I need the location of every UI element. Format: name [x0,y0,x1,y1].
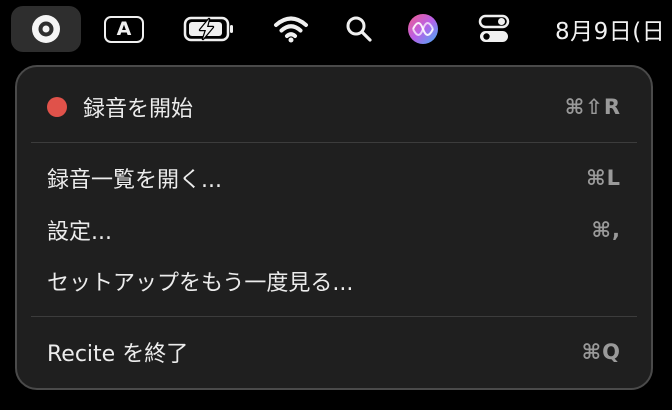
input-source-badge: A [104,15,144,43]
menu-separator [31,316,637,317]
menu-item-settings[interactable]: 設定... ⌘, [47,210,621,250]
recite-dropdown-menu: 録音を開始 ⌘⇧R 録音一覧を開く... ⌘L 設定... ⌘, セットアップを… [15,65,653,390]
spotlight-button[interactable] [340,6,378,52]
quit-label: Recite を終了 [47,342,189,367]
open-recordings-shortcut: ⌘L [586,166,621,190]
menu-item-open-recordings[interactable]: 録音一覧を開く... ⌘L [47,158,621,198]
battery-charging-icon [183,16,233,42]
recite-status-item[interactable] [11,6,81,52]
start-recording-label: 録音を開始 [83,97,194,122]
menubar-clock[interactable]: 8月9日(日 [555,6,665,52]
open-recordings-label: 録音一覧を開く... [47,168,222,193]
menu-item-setup-again[interactable]: セットアップをもう一度見る... [47,261,621,301]
setup-again-label: セットアップをもう一度見る... [47,271,354,296]
wifi-status[interactable] [270,6,312,52]
record-dot-icon [47,97,67,117]
menu-separator [31,142,637,143]
start-recording-shortcut: ⌘⇧R [564,95,621,119]
siri-icon [408,14,438,44]
control-center-button[interactable] [472,6,516,52]
menu-item-quit[interactable]: Recite を終了 ⌘Q [47,332,621,372]
input-source-menu[interactable]: A [102,6,146,52]
recite-record-icon [32,15,60,43]
menu-item-start-recording[interactable]: 録音を開始 ⌘⇧R [47,87,621,127]
control-center-icon [478,14,510,42]
spotlight-search-icon [346,16,372,42]
settings-shortcut: ⌘, [591,218,621,242]
battery-status[interactable] [182,6,236,52]
wifi-icon [274,16,308,43]
siri-button[interactable] [402,6,444,52]
menu-bar: A 8月9日(日 [0,0,672,58]
settings-label: 設定... [47,220,112,245]
quit-shortcut: ⌘Q [581,340,621,364]
